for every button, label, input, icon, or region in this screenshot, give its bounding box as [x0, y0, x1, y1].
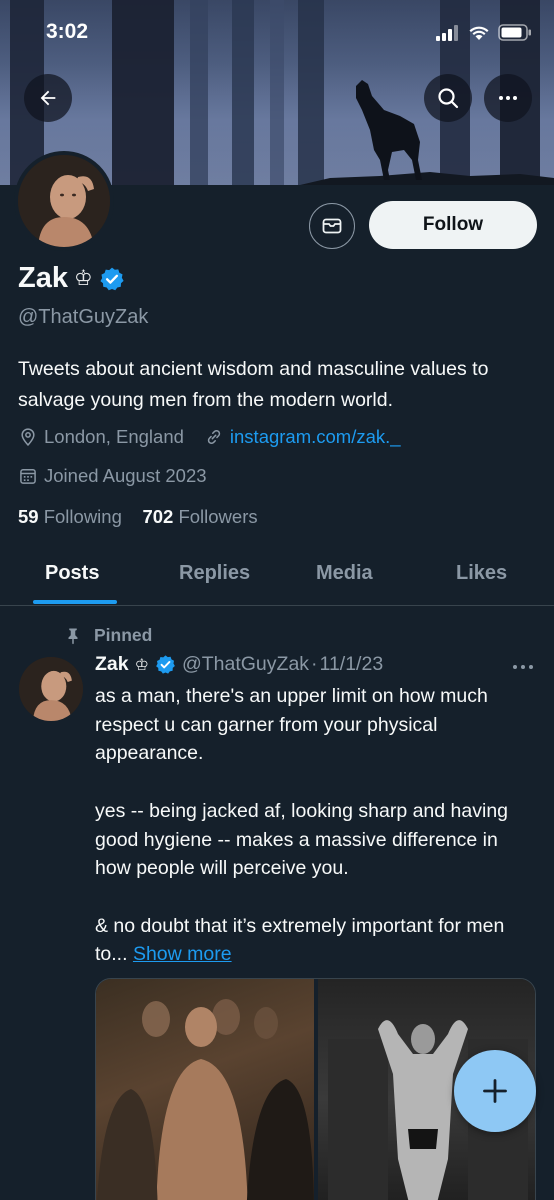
profile-bio: Tweets about ancient wisdom and masculin…: [18, 358, 489, 411]
following-label: Following: [43, 506, 122, 527]
message-button[interactable]: [309, 203, 355, 249]
profile-handle: @ThatGuyZak: [18, 306, 149, 328]
pinned-indicator: Pinned: [64, 625, 152, 646]
post-more-button[interactable]: [510, 656, 536, 683]
search-icon: [438, 88, 459, 109]
active-tab-indicator: [33, 600, 117, 604]
ellipsis-icon: [499, 96, 517, 100]
pin-icon: [68, 628, 78, 644]
envelope-icon: [322, 218, 342, 234]
post-author-avatar[interactable]: [19, 657, 83, 721]
plus-icon: [483, 1079, 507, 1103]
show-more-link[interactable]: Show more: [133, 943, 232, 965]
tab-posts[interactable]: Posts: [45, 562, 99, 585]
wifi-icon: [469, 26, 489, 40]
arrow-left-icon: [40, 90, 56, 106]
profile-meta-row: London, England instagram.com/zak._: [18, 426, 401, 448]
profile-link[interactable]: instagram.com/zak._: [230, 426, 401, 448]
link-icon: [204, 427, 224, 447]
search-button[interactable]: [424, 74, 472, 122]
followers-label: Followers: [178, 506, 258, 527]
back-button[interactable]: [24, 74, 72, 122]
status-time: 3:02: [46, 20, 89, 43]
post-separator: ·: [311, 653, 318, 675]
post-text: as a man, there's an upper limit on how …: [95, 682, 535, 969]
tab-media[interactable]: Media: [316, 562, 373, 585]
post-author-name[interactable]: Zak: [95, 653, 129, 676]
followers-count: 702: [142, 506, 174, 527]
location-pin-icon: [18, 427, 38, 447]
post-paragraph-1: as a man, there's an upper limit on how …: [95, 685, 488, 765]
tab-replies[interactable]: Replies: [179, 562, 250, 585]
followers-link[interactable]: 702 Followers: [142, 506, 257, 527]
crown-icon: ♔: [134, 656, 149, 674]
post-author-handle: @ThatGuyZak: [181, 653, 310, 675]
post-paragraph-2: yes -- being jacked af, looking sharp an…: [95, 799, 509, 880]
crown-icon: ♔: [73, 267, 93, 290]
post-date: 11/1/23: [319, 653, 384, 675]
compose-button[interactable]: [454, 1050, 536, 1132]
status-bar: 3:02: [0, 0, 554, 62]
verified-badge-icon: [156, 655, 175, 674]
post-image-1[interactable]: [96, 979, 314, 1200]
verified-badge-icon: [100, 267, 124, 290]
status-icons: [436, 24, 532, 41]
follow-counts: 59 Following 702 Followers: [18, 506, 258, 528]
profile-location: London, England: [44, 426, 184, 447]
following-count: 59: [18, 506, 39, 527]
following-link[interactable]: 59 Following: [18, 506, 122, 527]
profile-joined: Joined August 2023: [44, 465, 207, 486]
profile-tabs: Posts Replies Media Likes: [0, 548, 554, 606]
profile-avatar[interactable]: [14, 151, 114, 251]
tab-likes[interactable]: Likes: [456, 562, 507, 585]
follow-button[interactable]: Follow: [369, 201, 537, 249]
cellular-signal-icon: [436, 24, 458, 41]
profile-name: Zak: [18, 262, 68, 294]
ellipsis-icon: [513, 665, 533, 669]
battery-icon: [498, 24, 531, 41]
profile-name-row: Zak ♔: [18, 262, 125, 295]
profile-joined-row: Joined August 2023: [18, 465, 207, 487]
post-header: Zak ♔ @ThatGuyZak · 11/1/23: [95, 653, 383, 676]
pinned-label: Pinned: [94, 625, 153, 645]
calendar-icon: [18, 466, 38, 486]
more-options-button[interactable]: [484, 74, 532, 122]
